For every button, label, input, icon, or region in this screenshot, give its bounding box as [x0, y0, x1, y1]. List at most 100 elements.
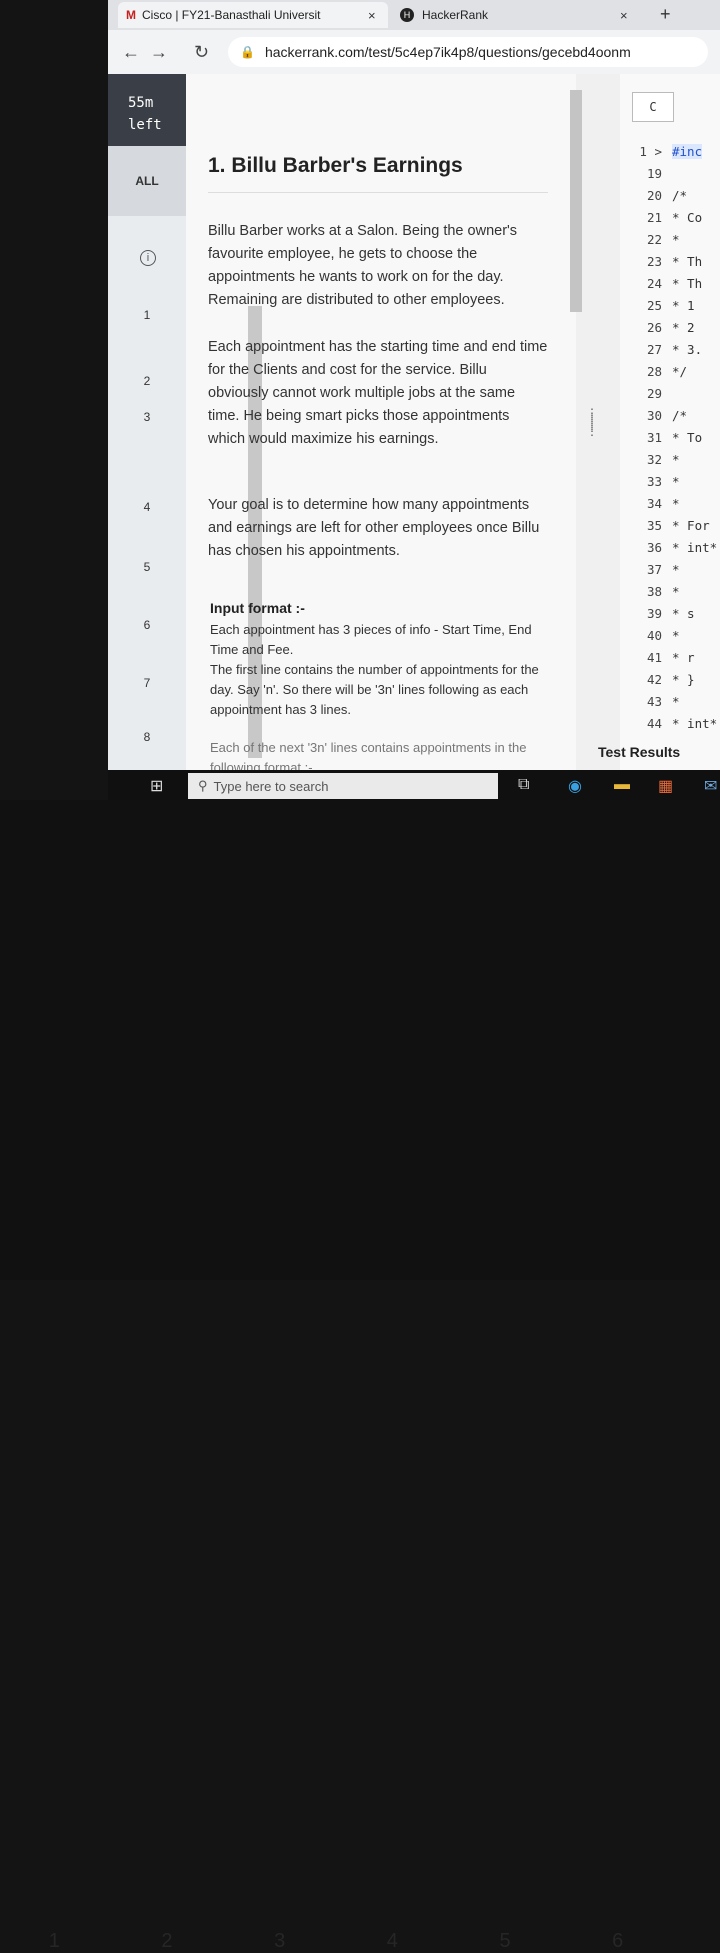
question-nav-1[interactable]: 1: [108, 308, 186, 322]
tab-hackerrank[interactable]: H HackerRank ×: [394, 2, 630, 28]
new-tab-button[interactable]: +: [660, 4, 671, 25]
code-line[interactable]: 25 * 1: [620, 298, 720, 320]
code-text: * s: [672, 606, 695, 621]
store-icon[interactable]: ▦: [658, 776, 673, 796]
timer-text: 55m left: [128, 95, 162, 133]
drag-handle-icon[interactable]: ⋮ ⋮ ⋮ ⋮: [586, 407, 598, 437]
file-explorer-icon[interactable]: ▬: [614, 776, 630, 794]
line-number: 40: [646, 628, 662, 643]
code-editor[interactable]: C 1 > #inc 19 20 /* 21 * Co 22 * 23 * Th 24 * Th…: [620, 74, 720, 770]
question-nav-6[interactable]: 6: [108, 618, 186, 632]
code-line[interactable]: 22 *: [620, 232, 720, 254]
code-line[interactable]: 41 * r: [620, 650, 720, 672]
edge-icon[interactable]: ◉: [568, 776, 582, 796]
question-nav-2[interactable]: 2: [108, 374, 186, 388]
code-line[interactable]: 34 *: [620, 496, 720, 518]
code-text: * Th: [672, 276, 703, 291]
code-line[interactable]: 42 * }: [620, 672, 720, 694]
tab-hackerrank-label: HackerRank: [422, 8, 489, 22]
windows-icon[interactable]: ⊞: [150, 776, 163, 796]
problem-paragraph: Billu Barber works at a Salon. Being the…: [208, 223, 518, 308]
code-line[interactable]: 32 *: [620, 452, 720, 474]
code-text: * 3.: [672, 342, 703, 357]
code-text: * Th: [672, 254, 703, 269]
code-text: *: [672, 694, 680, 709]
line-number: 34: [646, 496, 662, 511]
reload-icon[interactable]: ↻: [194, 42, 209, 63]
line-number: 35: [646, 518, 662, 533]
code-line[interactable]: 38 *: [620, 584, 720, 606]
code-text: * int*: [672, 540, 718, 555]
line-number: 36: [646, 540, 662, 555]
question-nav-8[interactable]: 8: [108, 730, 186, 744]
laptop-keyboard-area: 1 2 3 4 5 6: [0, 800, 720, 1952]
code-text: *: [672, 496, 680, 511]
code-line[interactable]: 44 * int* r: [620, 716, 720, 738]
question-sidebar: 55m left ALL i 1 2 3 4 5 6 7 8: [108, 74, 186, 770]
mail-icon[interactable]: ✉: [704, 776, 717, 796]
code-line[interactable]: 30 /*: [620, 408, 720, 430]
gmail-icon: M: [126, 8, 136, 22]
code-line[interactable]: 36 * int*: [620, 540, 720, 562]
taskbar-search-input[interactable]: ⚲ Type here to search: [188, 773, 498, 799]
code-line[interactable]: 40 *: [620, 628, 720, 650]
code-line[interactable]: 19: [620, 166, 720, 188]
tab-cisco[interactable]: M Cisco | FY21-Banasthali Universit ×: [118, 2, 388, 28]
timer: 55m left: [108, 74, 186, 146]
line-number: 31: [646, 430, 662, 445]
code-line[interactable]: 28 */: [620, 364, 720, 386]
tab-cisco-label: Cisco | FY21-Banasthali Universit: [142, 8, 321, 22]
code-text: * Co: [672, 210, 703, 225]
line-number: 44: [646, 716, 662, 731]
code-line[interactable]: 1 > #inc: [620, 144, 720, 166]
line-number: 20: [646, 188, 662, 203]
code-line[interactable]: 23 * Th: [620, 254, 720, 276]
question-nav-7[interactable]: 7: [108, 676, 186, 690]
code-text: *: [672, 562, 680, 577]
browser-tab-bar: M Cisco | FY21-Banasthali Universit × H …: [108, 0, 720, 30]
code-line[interactable]: 35 * For: [620, 518, 720, 540]
code-text: * 2: [672, 320, 695, 335]
tab-close-icon[interactable]: ×: [620, 8, 628, 23]
code-line[interactable]: 21 * Co: [620, 210, 720, 232]
code-line[interactable]: 43 *: [620, 694, 720, 716]
url-field[interactable]: 🔒 hackerrank.com/test/5c4ep7ik4p8/questi…: [228, 37, 708, 67]
code-text: /*: [672, 408, 688, 423]
code-line[interactable]: 31 * To: [620, 430, 720, 452]
code-line[interactable]: 26 * 2: [620, 320, 720, 342]
problem-scrollbar[interactable]: [570, 90, 582, 312]
info-icon[interactable]: i: [140, 250, 156, 266]
code-line[interactable]: 39 * s: [620, 606, 720, 628]
question-nav-4[interactable]: 4: [108, 500, 186, 514]
question-nav-5[interactable]: 5: [108, 560, 186, 574]
line-number: 41: [646, 650, 662, 665]
panel-divider[interactable]: ⋮ ⋮ ⋮ ⋮: [576, 74, 620, 770]
code-text: /*: [672, 188, 688, 203]
line-number: 24: [646, 276, 662, 291]
lock-icon: 🔒: [240, 45, 255, 59]
question-nav-3[interactable]: 3: [108, 410, 186, 424]
code-line[interactable]: 37 *: [620, 562, 720, 584]
test-results-tab[interactable]: Test Results: [598, 744, 680, 760]
question-nav-all[interactable]: ALL: [108, 146, 186, 216]
line-number: 32: [646, 452, 662, 467]
back-icon[interactable]: ←: [122, 42, 140, 63]
code-text: *: [672, 452, 680, 467]
code-line[interactable]: 24 * Th: [620, 276, 720, 298]
code-line[interactable]: 33 *: [620, 474, 720, 496]
code-line[interactable]: 20 /*: [620, 188, 720, 210]
input-format-line: Each of the next '3n' lines contains app…: [210, 740, 527, 770]
task-view-icon[interactable]: ⧉: [518, 776, 529, 794]
tab-close-icon[interactable]: ×: [368, 8, 376, 23]
line-number: 1 >: [639, 144, 662, 159]
hackerrank-icon: H: [400, 8, 414, 22]
code-text: * For: [672, 518, 710, 533]
forward-icon[interactable]: →: [150, 42, 168, 63]
code-line[interactable]: 27 * 3.: [620, 342, 720, 364]
language-select[interactable]: C: [632, 92, 674, 122]
line-number: 30: [646, 408, 662, 423]
code-text: * int* r: [672, 716, 720, 731]
code-line[interactable]: 29: [620, 386, 720, 408]
problem-paragraph: Your goal is to determine how many appoi…: [208, 497, 540, 559]
windows-taskbar: ⊞ ⚲ Type here to search ⧉ ◉ ▬ ▦ ✉: [108, 770, 720, 800]
